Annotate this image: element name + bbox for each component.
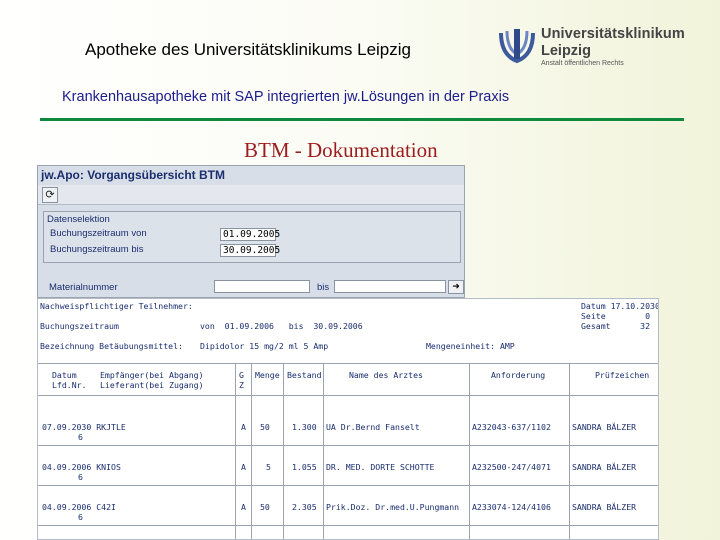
row-physician: Prik.Doz. Dr.med.U.Pungmann [326,502,460,512]
sap-toolbar: ⟳ [38,185,464,205]
report-date: Datum 17.10.2030 [581,301,659,311]
logo-line-3: Anstalt öffentlichen Rechts [541,60,624,67]
report-participant-label: Nachweispflichtiger Teilnehmer: [40,301,193,311]
report-substance-value: Dipidolor 15 mg/2 ml 5 Amp [200,341,329,351]
column-header: Z [239,380,244,390]
row-number: 6 [78,472,83,482]
row-number: 6 [78,512,83,522]
report-unit: Mengeneinheit: AMP [426,341,515,351]
report-substance-label: Bezeichnung Betäubungsmittel: [40,341,183,351]
column-header: Menge [255,370,280,380]
column-header: Prüfzeichen [595,370,650,380]
row-quantity: 50 [260,502,270,512]
column-divider [569,363,570,539]
row-request: A232043-637/1102 [472,422,551,432]
column-divider [323,363,324,539]
table-header-rule [38,395,658,396]
row-date: 04.09.2006 KNIOS [42,462,121,472]
logo-line-2: Leipzig [541,43,591,59]
material-from-input[interactable] [214,280,310,293]
row-request: A233074-124/4106 [472,502,551,512]
material-to-input[interactable] [334,280,446,293]
report-period-label: Buchungszeitraum [40,321,119,331]
multiple-selection-icon[interactable]: ➜ [448,280,464,294]
row-stock: 2.305 [292,502,317,512]
row-rule [38,525,658,526]
report-page: Seite 0 [581,311,651,321]
label-material-number: Materialnummer [49,282,118,293]
logo-line-1: Universitätsklinikum [541,26,685,42]
column-header: Lieferant(bei Zugang) [100,380,204,390]
university-logo: Universitätsklinikum Leipzig Anstalt öff… [497,24,685,74]
column-divider [283,363,284,539]
column-header: Empfänger(bei Abgang) [100,370,204,380]
row-type: A [241,422,246,432]
table-top-rule [38,363,658,364]
row-type: A [241,502,246,512]
label-period-from: Buchungszeitraum von [50,228,147,239]
row-rule [38,485,658,486]
column-header: Anforderung [491,370,546,380]
row-physician: DR. MED. DORTE SCHOTTE [326,462,435,472]
sap-selection-window: jw.Apo: Vorgangsübersicht BTM ⟳ Datensel… [37,165,465,298]
row-physician: UA Dr.Bernd Fanselt [326,422,420,432]
row-quantity: 50 [260,422,270,432]
column-divider [469,363,470,539]
row-checker: SANDRA BÄLZER [572,422,637,432]
period-from-input[interactable]: 01.09.2005 [220,228,280,241]
page-title: Apotheke des Universitätsklinikums Leipz… [85,40,411,59]
row-quantity: 5 [266,462,271,472]
row-type: A [241,462,246,472]
page-subtitle: Krankenhausapotheke mit SAP integrierten… [62,89,510,105]
label-bis: bis [317,282,330,293]
divider [40,118,684,121]
label-period-to: Buchungszeitraum bis [50,244,144,255]
column-header: Bestand [287,370,322,380]
column-divider [235,363,236,539]
row-request: A232500-247/4071 [472,462,551,472]
btm-report: Nachweispflichtiger Teilnehmer: Datum 17… [37,298,659,540]
report-period-value: von 01.09.2006 bis 30.09.2006 [200,321,363,331]
row-rule [38,445,658,446]
column-header: Lfd.Nr. [52,380,87,390]
column-divider [251,363,252,539]
sap-window-title: jw.Apo: Vorgangsübersicht BTM [41,168,226,182]
row-number: 6 [78,432,83,442]
row-date: 07.09.2030 RKJTLE [42,422,126,432]
group-title: Datenselektion [47,214,110,225]
column-header: Datum [52,370,77,380]
data-selection-group: Datenselektion Buchungszeitraum von 01.0… [43,211,461,263]
row-checker: SANDRA BÄLZER [572,502,637,512]
logo-mark-icon [499,29,535,64]
execute-icon[interactable]: ⟳ [42,187,58,203]
report-total: Gesamt 32 [581,321,651,331]
row-stock: 1.055 [292,462,317,472]
row-date: 04.09.2006 C42I [42,502,116,512]
column-header: G [239,370,244,380]
period-to-input[interactable]: 30.09.2005 [220,244,280,257]
column-header: Name des Arztes [349,370,423,380]
row-checker: SANDRA BÄLZER [572,462,637,472]
row-stock: 1.300 [292,422,317,432]
section-title: BTM - Dokumentation [244,138,438,162]
